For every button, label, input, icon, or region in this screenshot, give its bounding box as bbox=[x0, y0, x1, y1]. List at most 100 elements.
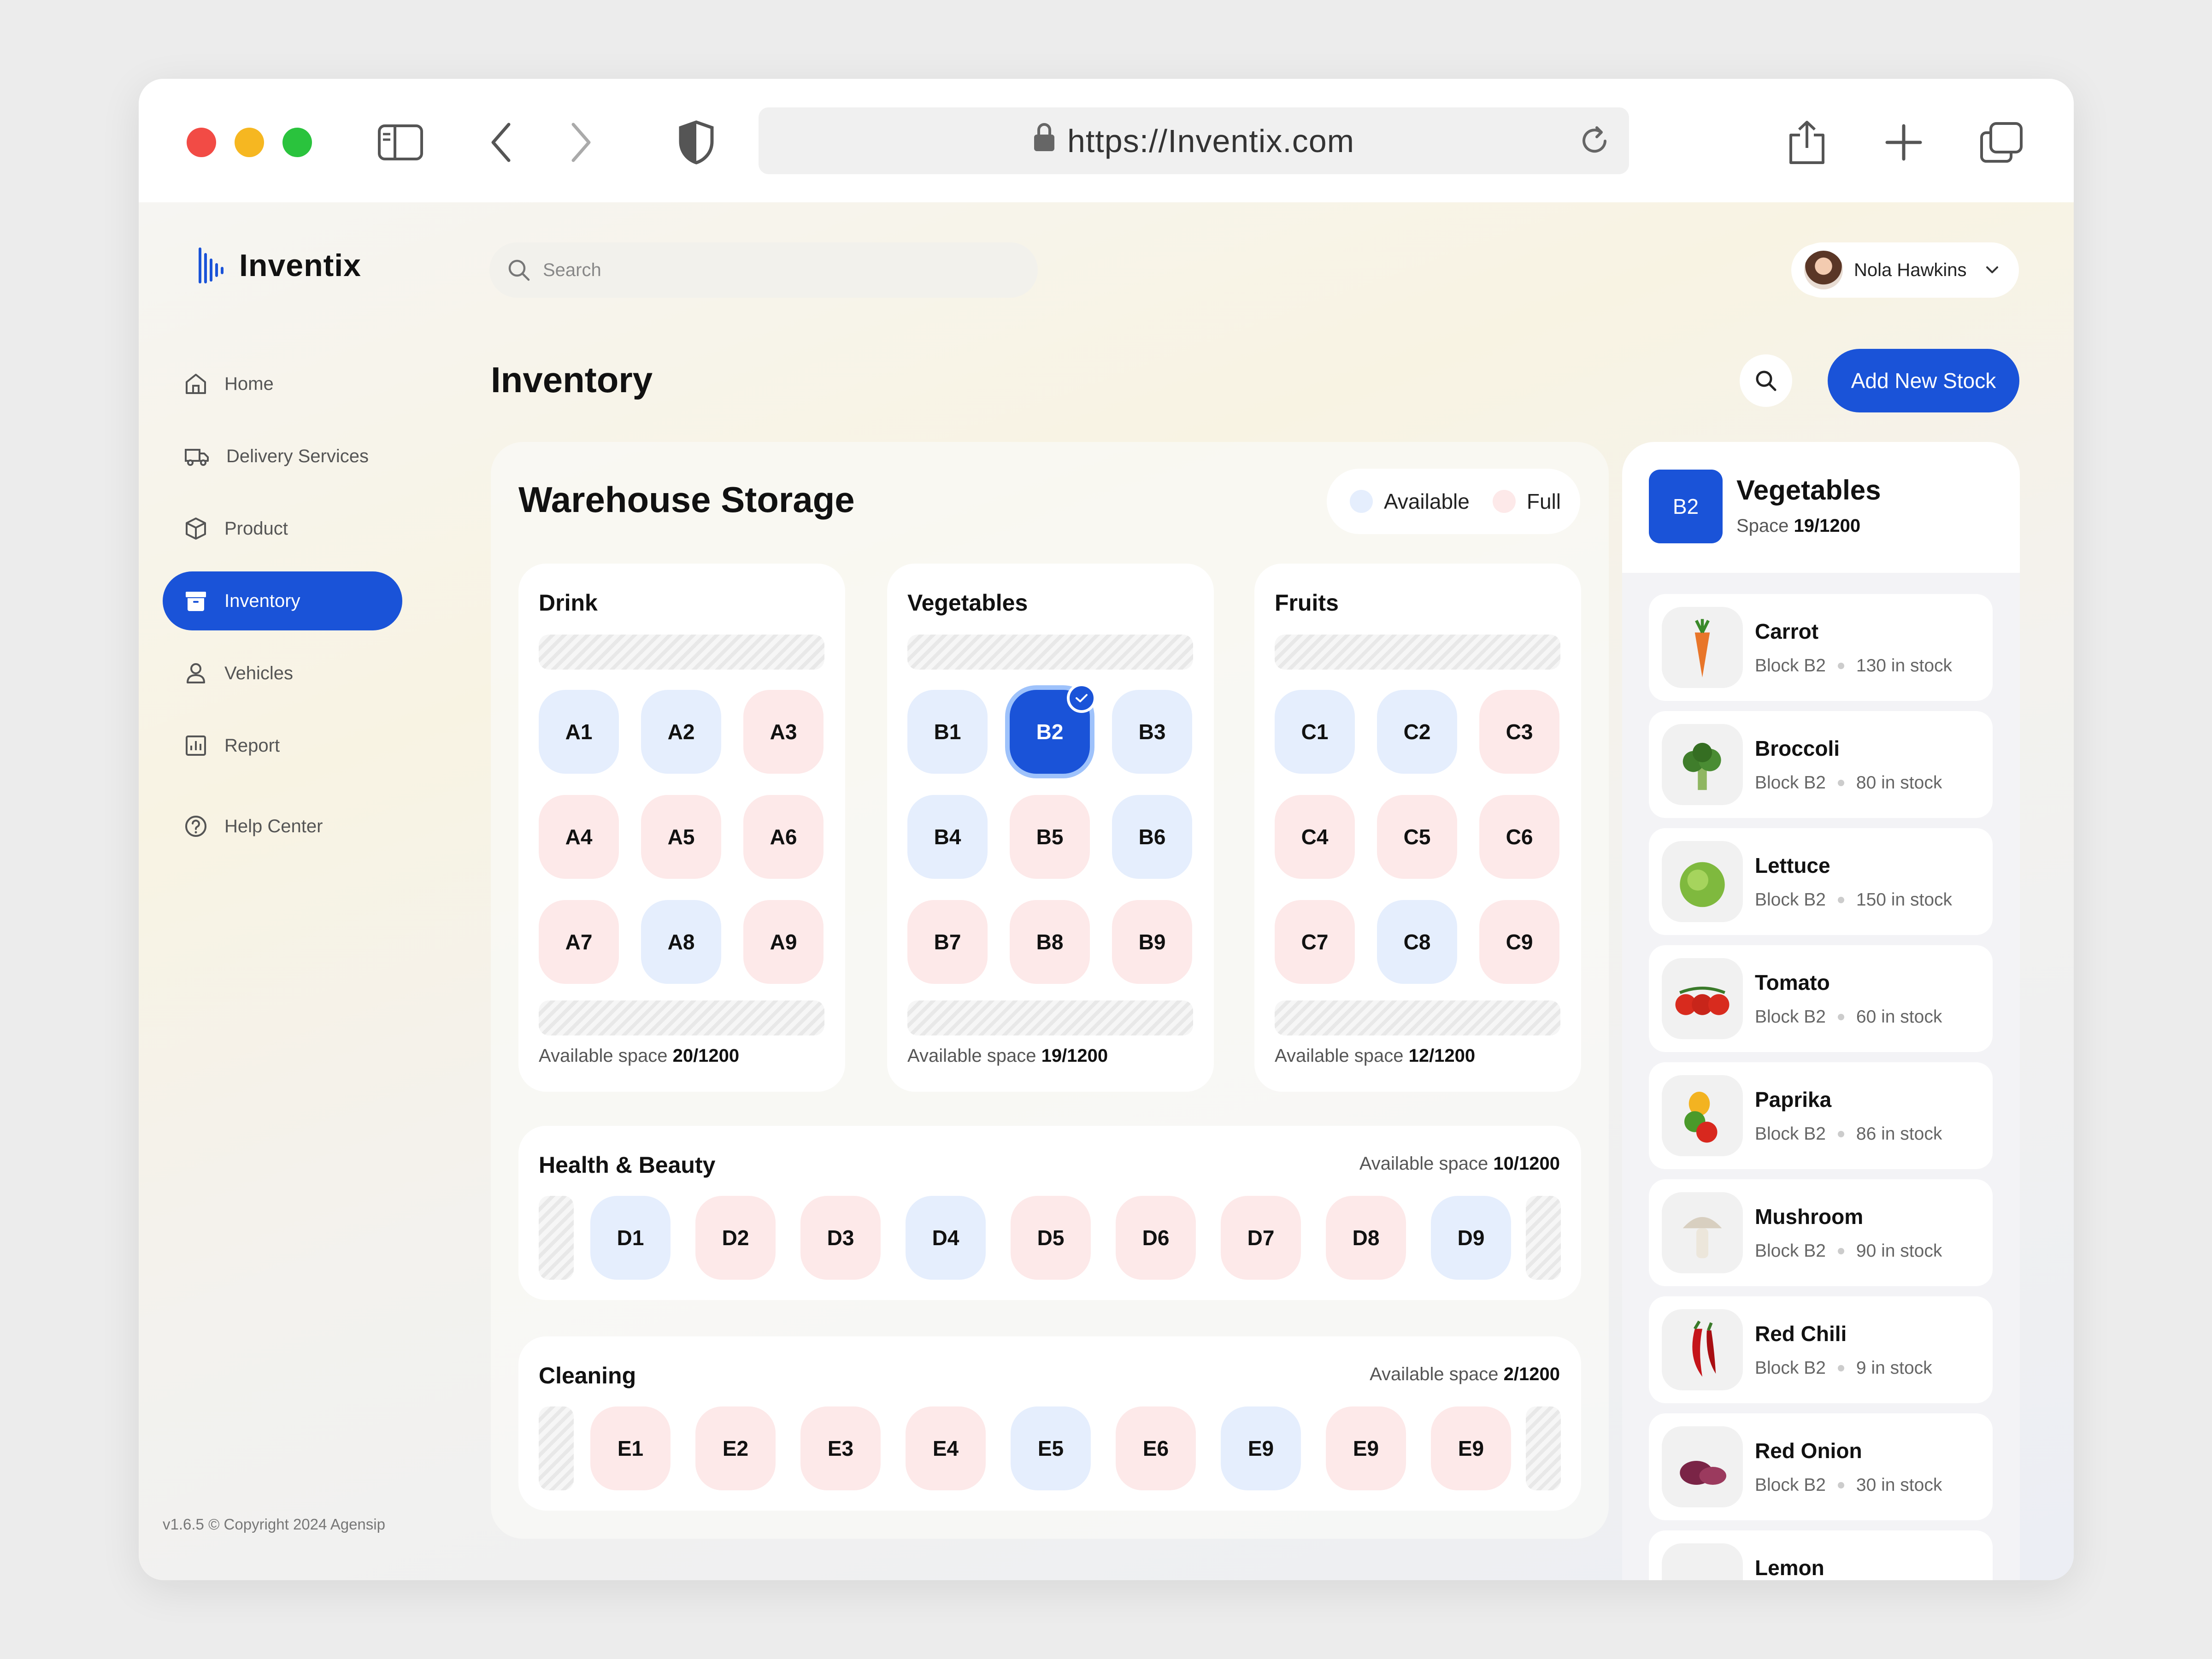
available-space: Available space 2/1200 bbox=[1370, 1364, 1560, 1385]
stock-item-name: Mushroom bbox=[1755, 1205, 1864, 1229]
storage-cell-a2[interactable]: A2 bbox=[641, 690, 721, 774]
storage-cell-a1[interactable]: A1 bbox=[539, 690, 619, 774]
storage-cell-e1[interactable]: E1 bbox=[590, 1406, 671, 1490]
storage-cell-e4[interactable]: E4 bbox=[906, 1406, 986, 1490]
block-detail-header: B2 Vegetables Space 19/1200 bbox=[1622, 442, 2020, 573]
sidebar-item-report[interactable]: Report bbox=[163, 716, 402, 775]
url-text: https://Inventix.com bbox=[1067, 123, 1355, 159]
sidebar-item-inventory[interactable]: Inventory bbox=[163, 571, 402, 630]
sidebar-toggle-icon[interactable] bbox=[373, 115, 428, 170]
stock-item-broccoli[interactable]: Broccoli Block B2 80 in stock bbox=[1649, 711, 1993, 818]
cell-label: C9 bbox=[1506, 930, 1533, 954]
storage-cell-d5[interactable]: D5 bbox=[1011, 1196, 1091, 1280]
address-bar[interactable]: https://Inventix.com bbox=[759, 107, 1629, 174]
cell-label: A2 bbox=[667, 720, 695, 744]
stock-item-carrot[interactable]: Carrot Block B2 130 in stock bbox=[1649, 594, 1993, 701]
storage-cell-e5[interactable]: E5 bbox=[1011, 1406, 1091, 1490]
storage-cell-b7[interactable]: B7 bbox=[907, 900, 988, 984]
cell-label: E4 bbox=[932, 1436, 959, 1460]
storage-cell-c2[interactable]: C2 bbox=[1377, 690, 1457, 774]
stock-item-lettuce[interactable]: Lettuce Block B2 150 in stock bbox=[1649, 828, 1993, 935]
sidebar-item-help-center[interactable]: Help Center bbox=[163, 797, 402, 856]
storage-cell-d4[interactable]: D4 bbox=[906, 1196, 986, 1280]
storage-cell-d1[interactable]: D1 bbox=[590, 1196, 671, 1280]
maximize-window-button[interactable] bbox=[282, 128, 312, 157]
search-input[interactable]: Search bbox=[489, 242, 1038, 298]
add-new-stock-button[interactable]: Add New Stock bbox=[1828, 349, 2019, 412]
stock-item-tomato[interactable]: Tomato Block B2 60 in stock bbox=[1649, 945, 1993, 1052]
available-space-value: 12/1200 bbox=[1408, 1046, 1476, 1066]
inventory-search-button[interactable] bbox=[1740, 354, 1792, 407]
cell-label: D6 bbox=[1142, 1226, 1170, 1250]
storage-cell-e9[interactable]: E9 bbox=[1431, 1406, 1511, 1490]
storage-cell-a4[interactable]: A4 bbox=[539, 795, 619, 879]
storage-cell-b6[interactable]: B6 bbox=[1112, 795, 1192, 879]
user-icon bbox=[187, 663, 205, 683]
sidebar-item-product[interactable]: Product bbox=[163, 499, 402, 558]
storage-cell-b4[interactable]: B4 bbox=[907, 795, 988, 879]
minimize-window-button[interactable] bbox=[235, 128, 264, 157]
storage-cell-a5[interactable]: A5 bbox=[641, 795, 721, 879]
stock-item-red-onion[interactable]: Red Onion Block B2 30 in stock bbox=[1649, 1413, 1993, 1520]
storage-cell-b3[interactable]: B3 bbox=[1112, 690, 1192, 774]
storage-cell-c5[interactable]: C5 bbox=[1377, 795, 1457, 879]
storage-cell-c4[interactable]: C4 bbox=[1275, 795, 1355, 879]
truck-icon bbox=[185, 449, 209, 466]
storage-cell-c1[interactable]: C1 bbox=[1275, 690, 1355, 774]
new-tab-icon[interactable] bbox=[1876, 115, 1931, 170]
share-icon[interactable] bbox=[1779, 115, 1835, 170]
lemon-icon bbox=[1662, 1543, 1743, 1580]
storage-cell-e3[interactable]: E3 bbox=[800, 1406, 881, 1490]
storage-cell-d9[interactable]: D9 bbox=[1431, 1196, 1511, 1280]
storage-cell-a6[interactable]: A6 bbox=[743, 795, 824, 879]
cell-label: E9 bbox=[1247, 1436, 1274, 1460]
stock-item-paprika[interactable]: Paprika Block B2 86 in stock bbox=[1649, 1062, 1993, 1169]
sidebar-item-delivery-services[interactable]: Delivery Services bbox=[163, 427, 402, 486]
storage-cell-c3[interactable]: C3 bbox=[1479, 690, 1559, 774]
tabs-overview-icon[interactable] bbox=[1974, 115, 2029, 170]
storage-cell-e2[interactable]: E2 bbox=[695, 1406, 776, 1490]
storage-cell-c9[interactable]: C9 bbox=[1479, 900, 1559, 984]
storage-cell-a8[interactable]: A8 bbox=[641, 900, 721, 984]
space-value: 19/1200 bbox=[1794, 516, 1861, 536]
storage-cell-b8[interactable]: B8 bbox=[1010, 900, 1090, 984]
storage-cell-b1[interactable]: B1 bbox=[907, 690, 988, 774]
forward-icon[interactable] bbox=[553, 115, 609, 170]
stock-item-lemon[interactable]: Lemon bbox=[1649, 1530, 1993, 1580]
stock-item-name: Tomato bbox=[1755, 971, 1830, 994]
carrot-icon bbox=[1662, 607, 1743, 688]
brand-logo[interactable]: Inventix bbox=[198, 245, 361, 286]
close-window-button[interactable] bbox=[187, 128, 216, 157]
back-icon[interactable] bbox=[473, 115, 529, 170]
sidebar-item-label: Home bbox=[224, 373, 274, 394]
storage-cell-e9[interactable]: E9 bbox=[1326, 1406, 1406, 1490]
storage-cell-b5[interactable]: B5 bbox=[1010, 795, 1090, 879]
stock-item-mushroom[interactable]: Mushroom Block B2 90 in stock bbox=[1649, 1179, 1993, 1286]
storage-cell-a3[interactable]: A3 bbox=[743, 690, 824, 774]
storage-cell-c7[interactable]: C7 bbox=[1275, 900, 1355, 984]
storage-cell-b2[interactable]: B2 bbox=[1010, 683, 1096, 774]
help-icon bbox=[185, 816, 206, 837]
stock-item-name: Red Chili bbox=[1755, 1322, 1847, 1346]
storage-cell-b9[interactable]: B9 bbox=[1112, 900, 1192, 984]
storage-cell-c6[interactable]: C6 bbox=[1479, 795, 1559, 879]
storage-cell-d2[interactable]: D2 bbox=[695, 1196, 776, 1280]
stock-item-meta: Block B2 80 in stock bbox=[1755, 773, 1942, 793]
storage-cell-d7[interactable]: D7 bbox=[1221, 1196, 1301, 1280]
storage-cell-e6[interactable]: E6 bbox=[1116, 1406, 1196, 1490]
cell-label: C3 bbox=[1506, 720, 1533, 744]
storage-cell-d8[interactable]: D8 bbox=[1326, 1196, 1406, 1280]
sidebar-item-vehicles[interactable]: Vehicles bbox=[163, 644, 402, 703]
storage-cell-a9[interactable]: A9 bbox=[743, 900, 824, 984]
sidebar-item-home[interactable]: Home bbox=[163, 354, 402, 413]
storage-cell-d6[interactable]: D6 bbox=[1116, 1196, 1196, 1280]
reload-icon[interactable] bbox=[1578, 125, 1611, 165]
shield-icon[interactable] bbox=[669, 115, 724, 170]
storage-cell-d3[interactable]: D3 bbox=[800, 1196, 881, 1280]
storage-cell-e9[interactable]: E9 bbox=[1221, 1406, 1301, 1490]
stripe-divider bbox=[907, 1000, 1193, 1035]
storage-cell-c8[interactable]: C8 bbox=[1377, 900, 1457, 984]
user-menu[interactable]: Nola Hawkins bbox=[1795, 242, 2019, 298]
storage-cell-a7[interactable]: A7 bbox=[539, 900, 619, 984]
stock-item-red-chili[interactable]: Red Chili Block B2 9 in stock bbox=[1649, 1296, 1993, 1403]
